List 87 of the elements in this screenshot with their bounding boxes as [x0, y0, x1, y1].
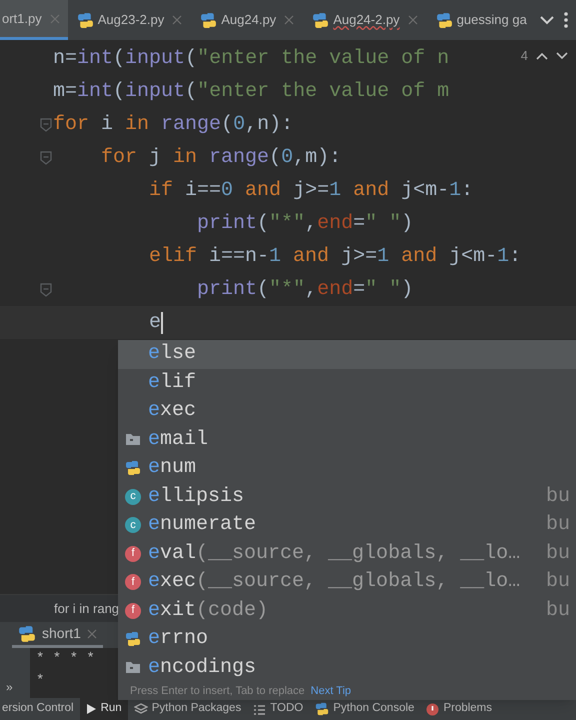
completion-label: errno [148, 626, 208, 652]
tool-window-tab[interactable]: Python Packages [128, 698, 248, 720]
completion-item[interactable]: elif [118, 368, 576, 397]
chevron-down-icon[interactable] [540, 16, 554, 24]
error-icon [426, 702, 440, 716]
close-icon[interactable] [50, 14, 60, 24]
completion-label: eval(__source, __globals, __lo… [148, 540, 520, 567]
function-icon: f [125, 546, 141, 562]
next-tip-link[interactable]: Next Tip [310, 682, 352, 700]
fold-marker-icon[interactable] [40, 150, 52, 164]
completion-item[interactable]: email [118, 426, 576, 454]
code-line: if i==0 and j>=1 and j<m-1: [148, 178, 474, 204]
completion-label: enumerate [148, 512, 256, 538]
warning-count: 4 [520, 47, 528, 65]
file-tab[interactable]: Aug23-2.py [68, 0, 192, 40]
completion-item[interactable]: encodings [118, 654, 576, 682]
completion-label: exit(code) [148, 598, 268, 624]
completion-item[interactable]: c enumerate bu [118, 511, 576, 540]
type-hint: bu [546, 540, 570, 567]
python-file-icon [200, 12, 218, 28]
layers-icon [134, 703, 148, 715]
tool-window-tab[interactable]: Problems [420, 698, 498, 720]
hint-text: Press Enter to insert, Tab to replace [130, 684, 305, 699]
code-line: print("*",end=" ") [196, 276, 414, 302]
fold-marker-icon[interactable] [40, 282, 52, 296]
type-hint: bu [546, 484, 570, 510]
folder-icon [125, 433, 141, 446]
close-icon[interactable] [86, 628, 97, 638]
completion-label: exec(__source, __globals, __lo… [148, 569, 520, 596]
class-icon: c [125, 488, 141, 505]
chevron-up-icon[interactable] [536, 52, 548, 60]
python-file-icon [436, 12, 453, 28]
close-icon[interactable] [284, 15, 294, 25]
code-line: m=int(input("enter the value of m [53, 78, 450, 104]
play-icon [86, 703, 97, 715]
code-line: print("*",end=" ") [196, 210, 414, 236]
completion-item[interactable]: f eval(__source, __globals, __lo… bu [118, 540, 576, 568]
console-output: * [36, 672, 46, 691]
completion-label: encodings [148, 654, 256, 681]
code-line: elif i==n-1 and j>=1 and j<m-1: [148, 244, 522, 270]
completion-label: email [148, 426, 208, 453]
fold-marker-icon[interactable] [40, 118, 52, 132]
close-icon[interactable] [172, 15, 182, 25]
type-hint: bu [546, 512, 570, 538]
completion-label: exec [148, 398, 196, 424]
tool-window-tab[interactable]: Run [80, 698, 128, 720]
code-line: for j in range(0,m): [100, 144, 342, 170]
function-icon: f [125, 574, 141, 590]
class-icon: c [125, 517, 141, 534]
python-file-icon [18, 624, 36, 642]
completion-item[interactable]: f exit(code) bu [118, 596, 576, 625]
function-icon: f [125, 602, 141, 619]
completion-item[interactable]: exec [118, 397, 576, 426]
code-line: for i in range(0,n): [53, 112, 294, 138]
completion-label: ellipsis [148, 484, 244, 510]
completion-item[interactable]: else [118, 340, 576, 368]
type-hint: bu [546, 569, 570, 596]
code-line: n=int(input("enter the value of n [53, 46, 450, 72]
completion-label: else [148, 341, 196, 368]
python-file-icon [76, 12, 94, 28]
tool-window-tab[interactable]: ersion Control [0, 698, 80, 720]
file-tab[interactable]: guessing ga [426, 0, 536, 40]
python-file-icon [125, 631, 141, 648]
completion-item[interactable]: errno [118, 625, 576, 654]
python-file-icon [312, 12, 330, 28]
python-file-icon [125, 460, 141, 476]
completion-item[interactable]: c ellipsis bu [118, 482, 576, 511]
code-line: e [148, 310, 164, 336]
completion-label: enum [148, 455, 196, 482]
type-hint: bu [546, 598, 570, 624]
close-icon[interactable] [408, 15, 418, 25]
file-tab[interactable]: ort1.py [0, 0, 68, 40]
folder-icon [125, 661, 141, 674]
more-tools-button[interactable]: » [6, 678, 13, 696]
completion-label: elif [148, 370, 196, 396]
file-tab[interactable]: Aug24.py [191, 0, 304, 40]
chevron-down-icon[interactable] [556, 52, 568, 60]
console-output: * * * * [36, 650, 95, 669]
python-icon [315, 702, 330, 716]
completion-item[interactable]: enum [118, 454, 576, 482]
file-tab[interactable]: Aug24-2.py [303, 0, 427, 40]
list-icon [253, 704, 266, 714]
completion-item[interactable]: f exec(__source, __globals, __lo… bu [118, 568, 576, 596]
more-options-icon[interactable] [564, 12, 568, 28]
tool-window-tab[interactable]: TODO [247, 698, 310, 720]
tool-window-tab[interactable]: Python Console [309, 698, 420, 720]
breadcrumb[interactable]: for i in rang [54, 598, 120, 618]
